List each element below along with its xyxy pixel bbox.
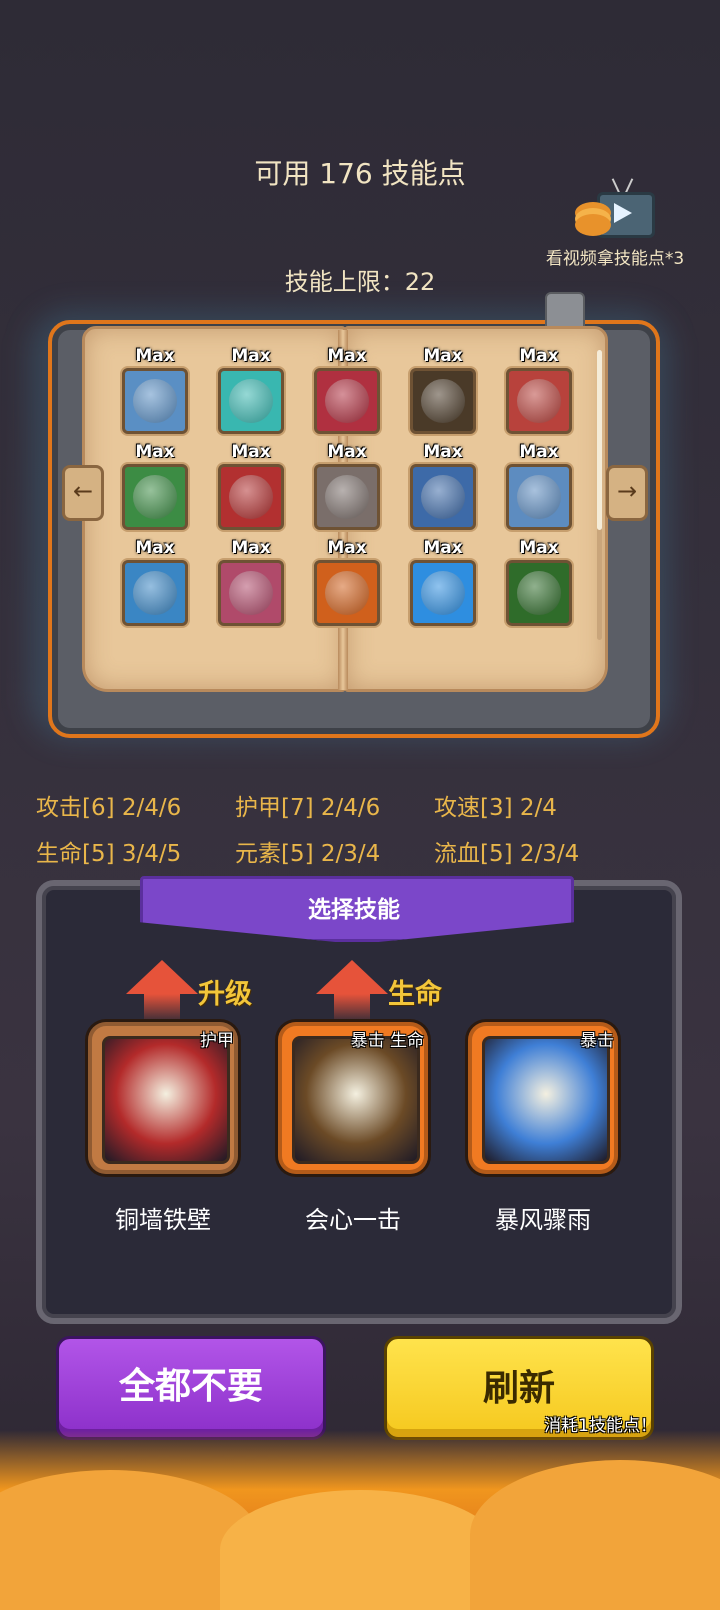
skill-level-label: Max [327, 538, 367, 558]
arrow-right-icon[interactable]: → [606, 465, 648, 521]
skill-card-iron-wall[interactable]: 护甲 铜墙铁壁 [88, 1022, 238, 1234]
upgrade-label: 生命 [388, 979, 442, 1010]
skill-slot[interactable]: Max [314, 538, 380, 626]
skill-slot[interactable]: Max [506, 346, 572, 434]
skill-card-storm-rain[interactable]: 暴击 暴风骤雨 [468, 1022, 618, 1234]
skill-level-label: Max [231, 346, 271, 366]
skill-tag: 暴击 生命 [350, 1031, 424, 1051]
stat-attack-speed: 攻速[3] 2/4 [434, 795, 557, 821]
coin-stack-icon [575, 214, 611, 236]
skill-tag: 护甲 [200, 1031, 234, 1051]
water-spirit-icon [122, 368, 188, 434]
skill-level-label: Max [519, 442, 559, 462]
skill-level-label: Max [135, 538, 175, 558]
arrow-left-icon[interactable]: ← [62, 465, 104, 521]
wooden-shield-icon [122, 560, 188, 626]
skill-slot[interactable]: Max [506, 538, 572, 626]
skill-level-label: Max [231, 538, 271, 558]
stat-attack: 攻击[6] 2/4/6 [36, 795, 182, 821]
skill-name: 铜墙铁壁 [115, 1206, 211, 1234]
skill-card-critical-strike[interactable]: 暴击 生命 会心一击 [278, 1022, 428, 1234]
holy-cross-icon [410, 560, 476, 626]
skill-slot[interactable]: Max [122, 442, 188, 530]
skill-level-label: Max [327, 442, 367, 462]
stat-armor: 护甲[7] 2/4/6 [235, 795, 381, 821]
skill-tag: 暴击 [580, 1031, 614, 1051]
refresh-label: 刷新 [482, 1368, 555, 1409]
shield-burst-icon [218, 464, 284, 530]
shark-grin-icon [314, 464, 380, 530]
skill-level-label: Max [423, 538, 463, 558]
skill-limit-label: 技能上限：22 [284, 268, 436, 296]
skip-all-button[interactable]: 全都不要 [56, 1336, 326, 1440]
archer-icon [292, 1036, 420, 1164]
skill-name: 会心一击 [305, 1206, 401, 1234]
skill-slot[interactable]: Max [506, 442, 572, 530]
arrow-up-icon [126, 960, 198, 994]
skill-level-label: Max [423, 442, 463, 462]
blue-shark-icon [506, 464, 572, 530]
watch-video-reward-button[interactable]: 看视频拿技能点*3 [520, 172, 710, 272]
skill-slot[interactable]: Max [314, 442, 380, 530]
skill-level-label: Max [135, 346, 175, 366]
skill-slot[interactable]: Max [410, 538, 476, 626]
shark-red-icon [506, 368, 572, 434]
skill-level-label: Max [231, 442, 271, 462]
teal-figure-icon [218, 368, 284, 434]
skill-slot[interactable]: Max [410, 346, 476, 434]
skill-level-label: Max [327, 346, 367, 366]
skill-slot[interactable]: Max [218, 346, 284, 434]
arrow-up-icon [316, 960, 388, 994]
skill-level-label: Max [519, 346, 559, 366]
shield-burst-icon [102, 1036, 230, 1164]
skill-level-label: Max [519, 538, 559, 558]
skill-slot[interactable]: Max [218, 538, 284, 626]
skill-book: ← → Max Max Max Max Max Max Max Max Max Max Max Max… [30, 292, 670, 740]
stat-bleed: 流血[5] 2/3/4 [434, 841, 580, 867]
lava-background [0, 1430, 720, 1610]
orange-figure-icon [314, 560, 380, 626]
skill-slot[interactable]: Max [410, 442, 476, 530]
refresh-button[interactable]: 刷新 消耗1技能点！ [384, 1336, 657, 1440]
skill-level-label: Max [135, 442, 175, 462]
meteor-shower-icon [482, 1036, 610, 1164]
panel-title: 选择技能 [308, 897, 400, 923]
book-scrollbar[interactable] [597, 350, 602, 640]
upgrade-label: 升级 [198, 979, 252, 1010]
skill-slot[interactable]: Max [218, 442, 284, 530]
skill-name: 暴风骤雨 [495, 1206, 591, 1234]
green-vines-icon [122, 464, 188, 530]
skill-slot[interactable]: Max [314, 346, 380, 434]
brown-creature-icon [506, 560, 572, 626]
red-caped-figure-icon [314, 368, 380, 434]
dark-blob-icon [410, 368, 476, 434]
skill-slot[interactable]: Max [122, 538, 188, 626]
skill-slot[interactable]: Max [122, 346, 188, 434]
pink-sack-icon [218, 560, 284, 626]
stat-element: 元素[5] 2/3/4 [235, 841, 381, 867]
stat-health: 生命[5] 3/4/5 [36, 841, 182, 867]
skill-level-label: Max [423, 346, 463, 366]
rain-storm-icon [410, 464, 476, 530]
